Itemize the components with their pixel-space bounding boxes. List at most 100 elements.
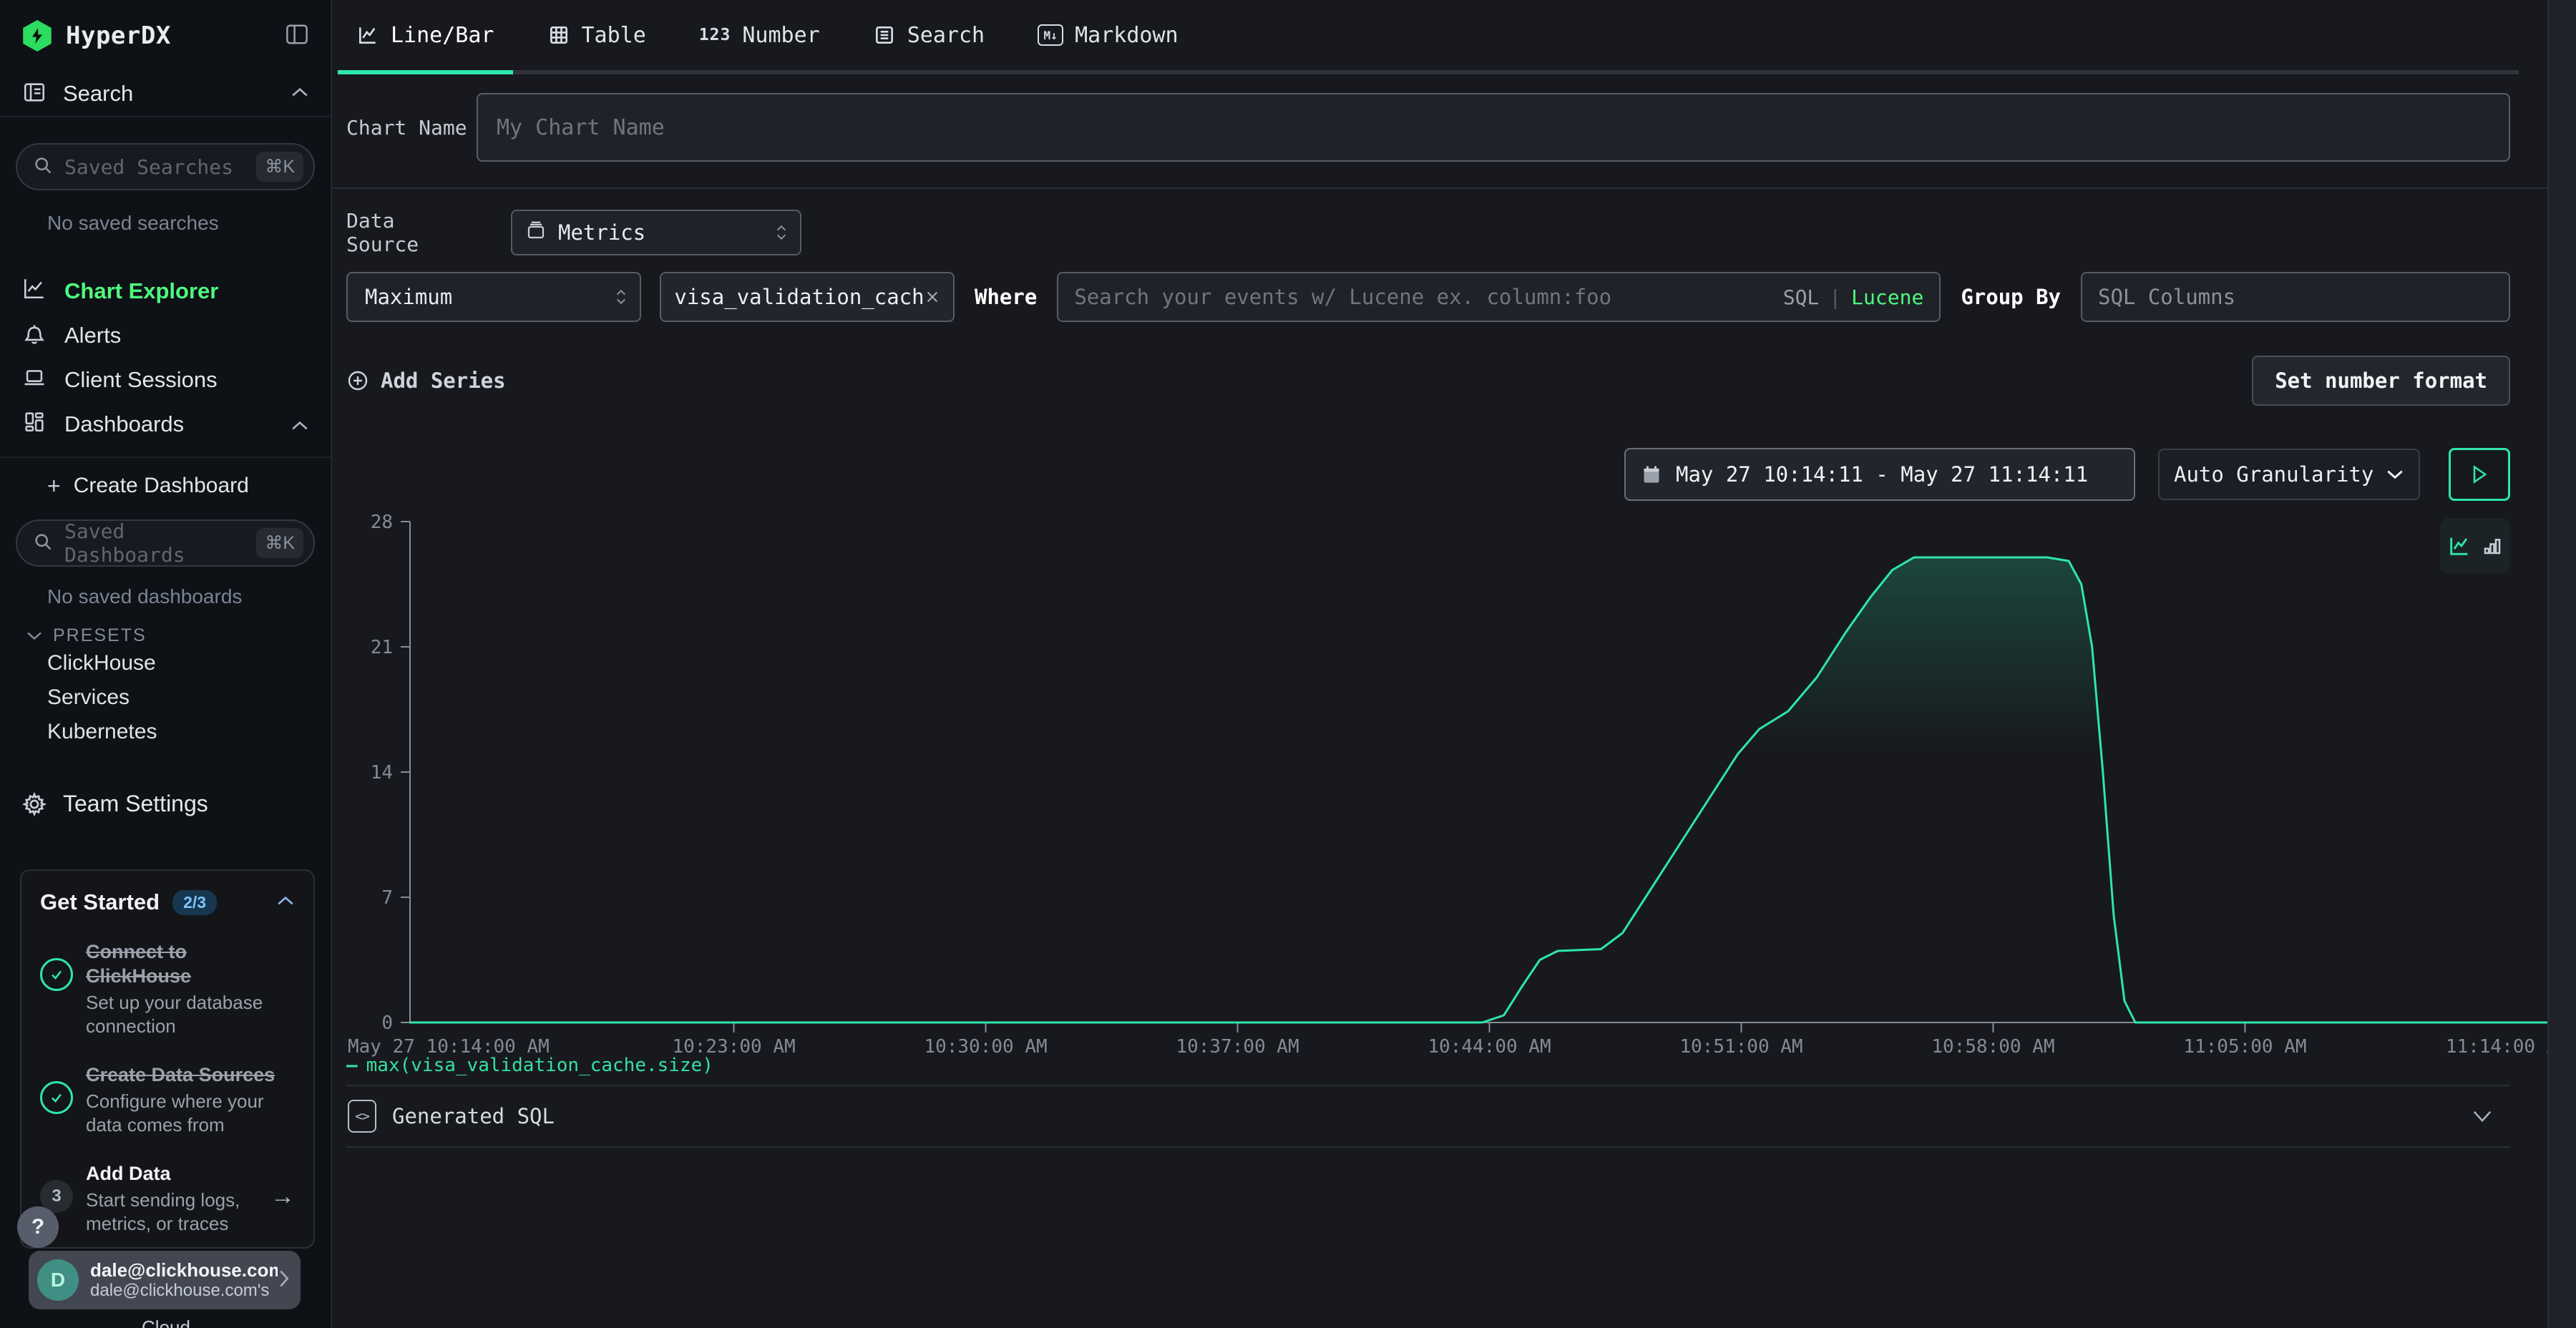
- where-input-container: SQL | Lucene: [1057, 272, 1941, 322]
- where-input[interactable]: [1074, 285, 1782, 309]
- user-menu[interactable]: D dale@clickhouse.com dale@clickhouse.co…: [29, 1251, 301, 1309]
- sidebar-item-client-sessions[interactable]: Client Sessions: [0, 358, 331, 402]
- date-range-value: May 27 10:14:11 - May 27 11:14:11: [1676, 462, 2088, 487]
- search-list-icon: [873, 24, 896, 47]
- granularity-select[interactable]: Auto Granularity: [2158, 449, 2420, 500]
- logo-row: HyperDX: [0, 0, 331, 72]
- database-icon: [525, 220, 547, 246]
- team-settings-label: Team Settings: [63, 791, 208, 817]
- svg-text:10:30:00 AM: 10:30:00 AM: [924, 1036, 1047, 1058]
- help-button[interactable]: ?: [17, 1206, 59, 1248]
- step-desc: Configure where your data comes from: [86, 1090, 295, 1137]
- bell-icon: [21, 321, 47, 351]
- sidebar-item-chart-explorer[interactable]: Chart Explorer: [0, 269, 331, 313]
- sidebar-section-search[interactable]: Search: [0, 72, 331, 117]
- user-team: dale@clickhouse.com's: [90, 1281, 278, 1301]
- sidebar-item-alerts[interactable]: Alerts: [0, 313, 331, 358]
- add-series-button[interactable]: Add Series: [346, 368, 506, 393]
- lucene-mode-toggle[interactable]: Lucene: [1851, 285, 1923, 309]
- plus-icon: +: [47, 473, 61, 499]
- preset-services[interactable]: Services: [47, 680, 331, 715]
- saved-dashboards-placeholder: Saved Dashboards: [64, 519, 256, 567]
- progress-badge: 2/3: [172, 890, 217, 915]
- sidebar-item-label: Client Sessions: [64, 367, 218, 393]
- tab-label: Markdown: [1075, 23, 1179, 48]
- tab-label: Table: [582, 23, 646, 48]
- sidebar-item-label: Alerts: [64, 323, 121, 348]
- tab-search[interactable]: Search: [873, 0, 985, 70]
- presets-toggle[interactable]: PRESETS: [26, 625, 331, 646]
- date-range-picker[interactable]: May 27 10:14:11 - May 27 11:14:11: [1624, 448, 2135, 501]
- step-title: Add Data: [86, 1161, 270, 1186]
- data-source-select[interactable]: Metrics: [511, 210, 801, 255]
- run-query-button[interactable]: [2449, 448, 2510, 501]
- granularity-value: Auto Granularity: [2174, 462, 2386, 487]
- number-123-icon: 123: [699, 26, 731, 44]
- svg-text:14: 14: [371, 762, 393, 783]
- tab-number[interactable]: 123 Number: [699, 0, 820, 70]
- chevron-up-icon: [291, 411, 309, 437]
- line-chart-icon: [21, 276, 47, 306]
- get-started-step-datasources[interactable]: Create Data Sources Configure where your…: [40, 1063, 295, 1137]
- search-section-icon: [21, 80, 47, 108]
- hyperdx-logo-icon: [21, 20, 53, 52]
- svg-text:28: 28: [371, 512, 393, 533]
- select-updown-icon: [615, 289, 627, 305]
- preset-clickhouse[interactable]: ClickHouse: [47, 646, 331, 680]
- select-updown-icon: [776, 225, 787, 240]
- tab-table[interactable]: Table: [547, 0, 646, 70]
- generated-sql-label: Generated SQL: [392, 1104, 555, 1128]
- svg-text:10:37:00 AM: 10:37:00 AM: [1176, 1036, 1299, 1058]
- generated-sql-toggle[interactable]: <> Generated SQL: [346, 1085, 2510, 1148]
- timeseries-chart[interactable]: 0714212810:23:00 AM10:30:00 AM10:37:00 A…: [346, 507, 2573, 1079]
- check-circle-icon: [40, 1081, 73, 1114]
- aggregation-select[interactable]: Maximum: [346, 272, 641, 322]
- tab-line-bar[interactable]: Line/Bar: [356, 0, 494, 70]
- scrollbar-track[interactable]: [2547, 0, 2576, 1328]
- preset-kubernetes[interactable]: Kubernetes: [47, 715, 331, 749]
- tab-label: Search: [907, 23, 985, 48]
- step-desc: Start sending logs, metrics, or traces: [86, 1188, 270, 1236]
- search-icon: [33, 155, 53, 179]
- metric-tag-label: visa_validation_cach: [674, 285, 924, 309]
- set-number-format-button[interactable]: Set number format: [2252, 356, 2510, 406]
- get-started-step-connect[interactable]: Connect to ClickHouse Set up your databa…: [40, 939, 295, 1038]
- code-icon: <>: [348, 1100, 376, 1133]
- close-icon[interactable]: [924, 289, 940, 305]
- saved-searches-placeholder: Saved Searches: [64, 155, 256, 179]
- svg-text:7: 7: [381, 887, 393, 909]
- sidebar-item-label: Dashboards: [64, 411, 184, 437]
- shortcut-badge: ⌘K: [256, 152, 303, 182]
- line-chart-icon: [356, 24, 379, 47]
- chart-panel: May 27 10:14:11 - May 27 11:14:11 Auto G…: [346, 426, 2510, 1085]
- get-started-step-add-data[interactable]: 3 Add Data Start sending logs, metrics, …: [40, 1161, 295, 1236]
- metric-tag[interactable]: visa_validation_cach: [660, 272, 955, 322]
- add-series-label: Add Series: [381, 368, 506, 393]
- create-dashboard-button[interactable]: + Create Dashboard: [47, 465, 331, 507]
- create-dashboard-label: Create Dashboard: [74, 474, 249, 498]
- sidebar-item-dashboards[interactable]: Dashboards: [0, 402, 331, 446]
- svg-text:10:51:00 AM: 10:51:00 AM: [1679, 1036, 1802, 1058]
- saved-dashboards-input[interactable]: Saved Dashboards ⌘K: [16, 519, 315, 567]
- search-icon: [33, 532, 53, 555]
- sql-mode-toggle[interactable]: SQL: [1783, 285, 1820, 309]
- svg-text:11:05:00 AM: 11:05:00 AM: [2183, 1036, 2306, 1058]
- arrow-right-icon: →: [270, 1161, 295, 1236]
- truncated-team-text: Cloud: [0, 1317, 332, 1328]
- legend-label: max(visa_validation_cache.size): [366, 1055, 713, 1076]
- saved-searches-input[interactable]: Saved Searches ⌘K: [16, 143, 315, 190]
- chart-type-tabbar: Line/Bar Table 123 Number Search M↓ Mark…: [346, 0, 2519, 74]
- tab-markdown[interactable]: M↓ Markdown: [1038, 0, 1179, 70]
- group-by-input[interactable]: [2081, 272, 2510, 322]
- chart-name-input[interactable]: [477, 93, 2510, 162]
- collapse-sidebar-icon[interactable]: [285, 24, 309, 49]
- check-circle-icon: [40, 958, 73, 991]
- svg-text:0: 0: [381, 1012, 393, 1034]
- app-title: HyperDX: [66, 21, 171, 50]
- chevron-right-icon: [278, 1269, 291, 1292]
- no-saved-dashboards-text: No saved dashboards: [47, 585, 331, 608]
- get-started-title: Get Started: [40, 889, 160, 915]
- legend-swatch: —: [346, 1055, 358, 1076]
- sidebar-item-team-settings[interactable]: Team Settings: [21, 791, 331, 817]
- chevron-up-icon[interactable]: [276, 895, 295, 910]
